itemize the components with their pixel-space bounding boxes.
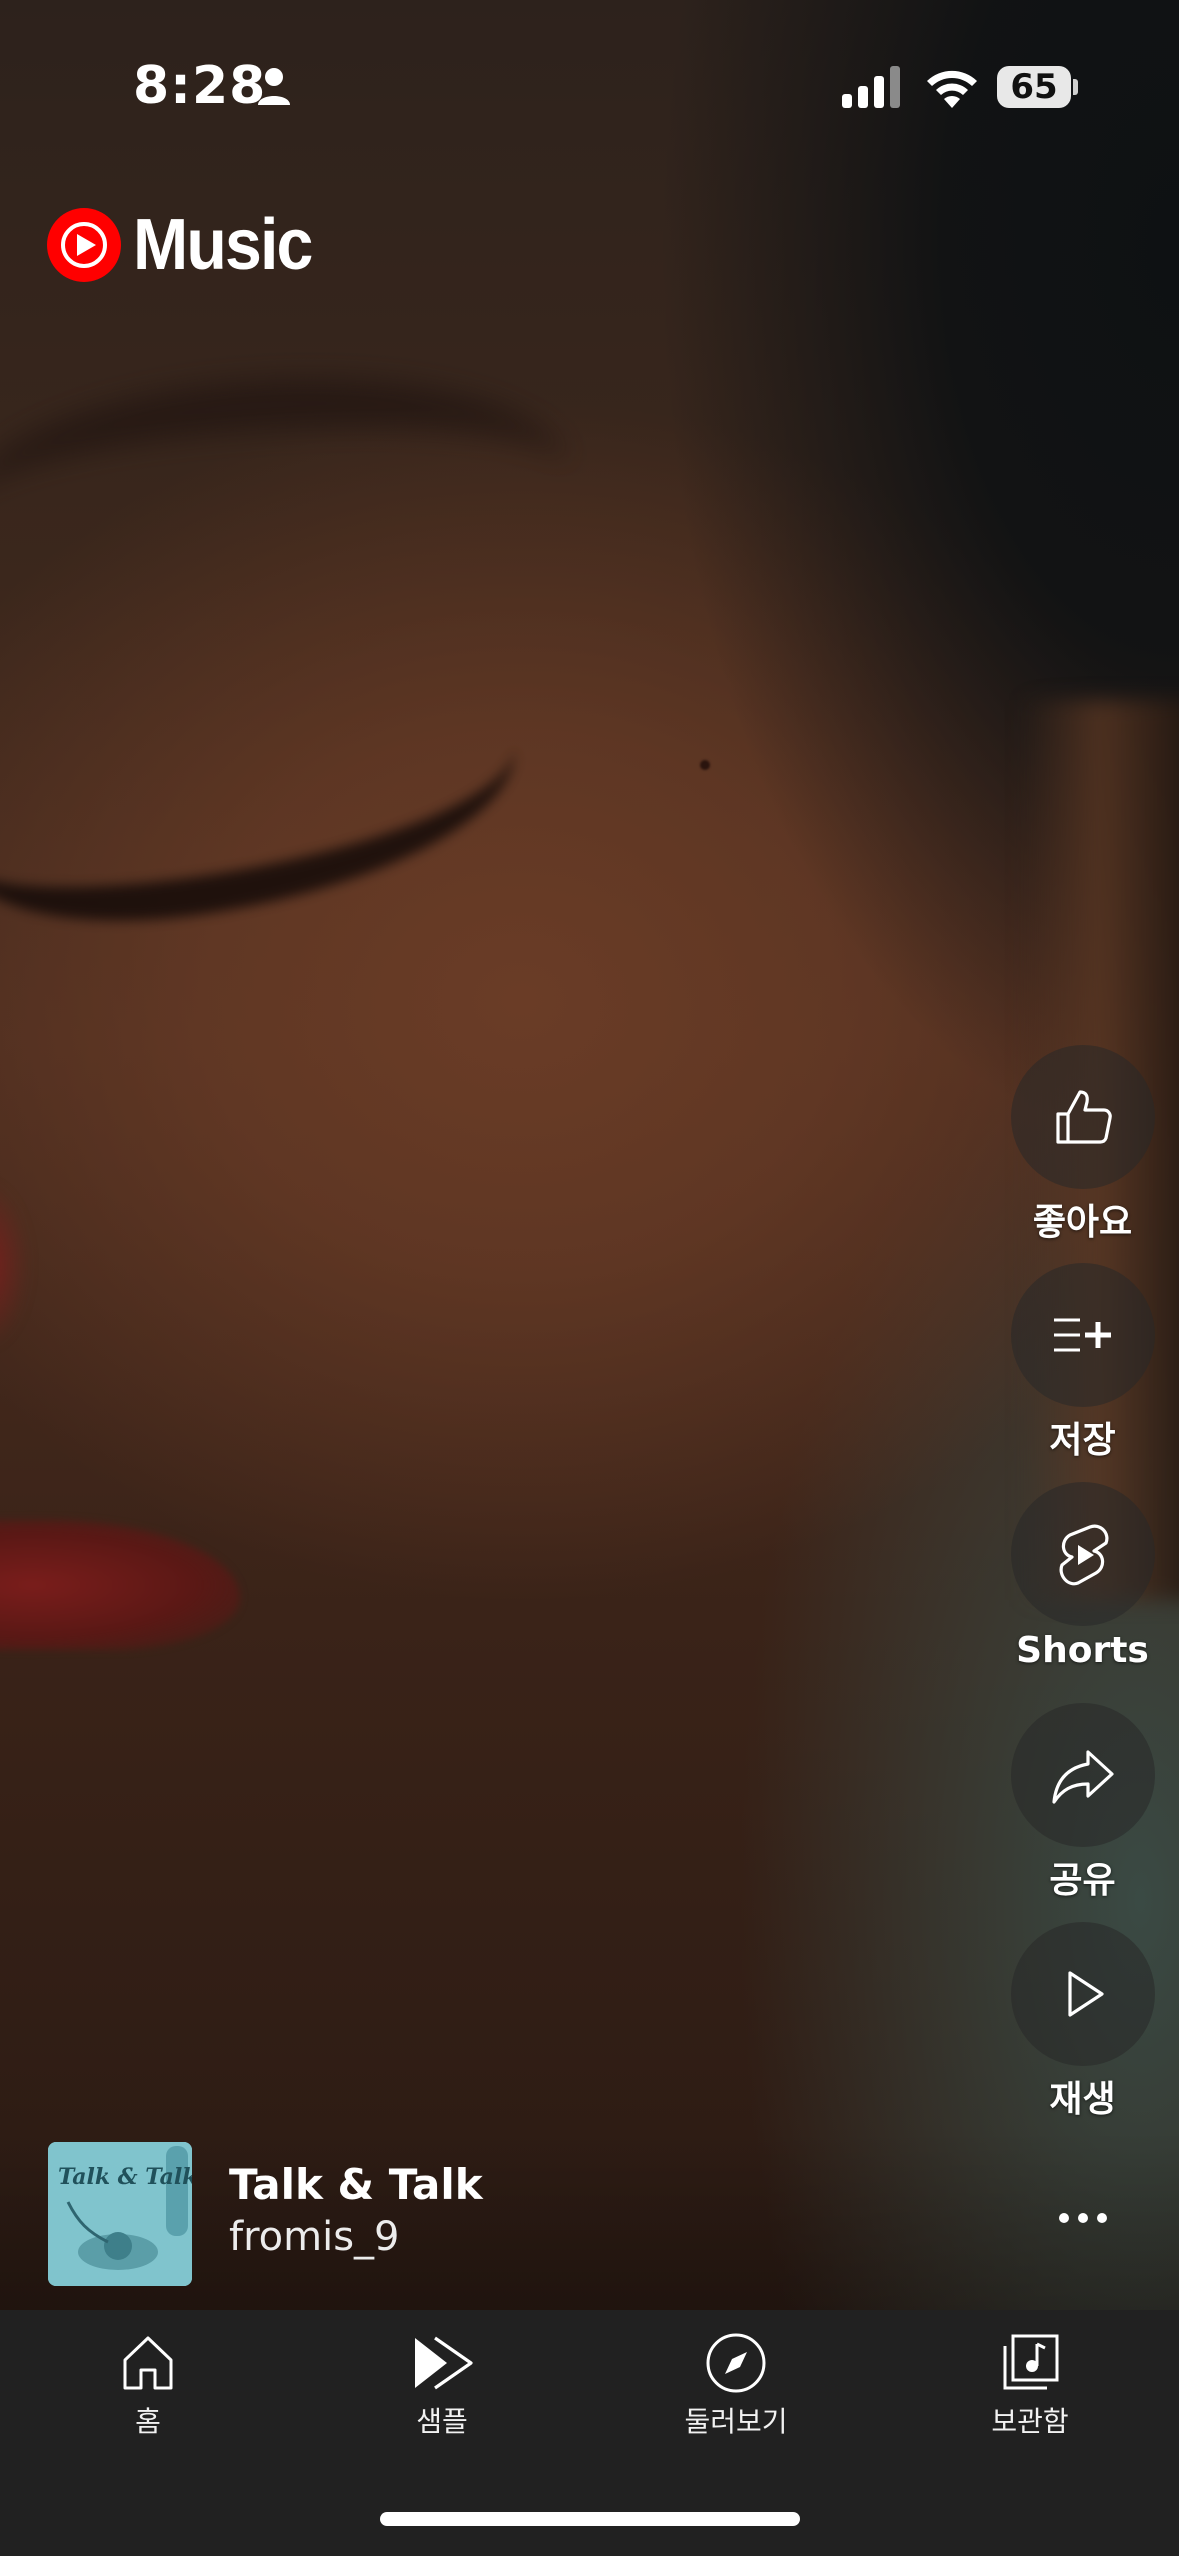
song-artist[interactable]: fromis_9 (229, 2214, 400, 2260)
shorts-button[interactable] (1010, 1482, 1155, 1626)
youtube-music-logo[interactable]: Music (47, 205, 327, 285)
youtube-music-icon (47, 208, 121, 282)
nav-home[interactable]: 홈 (48, 2330, 248, 2440)
nav-home-label: 홈 (135, 2405, 161, 2438)
shorts-action[interactable]: Shorts (1010, 1482, 1155, 1671)
library-icon (1003, 2334, 1059, 2390)
status-time: 8:28 (133, 56, 267, 116)
person-icon (258, 68, 290, 105)
save-label: 저장 (1049, 1420, 1116, 1461)
face-detail (0, 1180, 30, 1350)
eyelid-shade (0, 662, 532, 946)
nav-samples[interactable]: 샘플 (342, 2330, 542, 2440)
share-icon (1051, 1750, 1114, 1804)
signal-icon (842, 66, 900, 108)
nav-samples-label: 샘플 (416, 2405, 468, 2438)
nav-explore-label: 둘러보기 (684, 2405, 788, 2438)
wifi-icon (927, 70, 977, 108)
battery-cap (1073, 79, 1078, 95)
brow-shade (0, 359, 577, 611)
nav-explore[interactable]: 둘러보기 (636, 2330, 836, 2440)
logo-text: Music (133, 205, 313, 285)
status-bar: 8:28 65 (0, 0, 1179, 170)
play-label: 재생 (1049, 2079, 1116, 2120)
share-button[interactable] (1010, 1703, 1155, 1847)
album-cover-image: Talk & Talk (48, 2142, 192, 2286)
lip-shade (0, 1520, 240, 1650)
play-action[interactable]: 재생 (1010, 1922, 1155, 2122)
playlist-add-icon (1053, 1318, 1111, 1352)
like-label: 좋아요 (1032, 1202, 1133, 1243)
album-art[interactable]: Talk & Talk (48, 2142, 192, 2286)
video-background[interactable] (0, 0, 1179, 2310)
home-icon (123, 2336, 173, 2390)
nav-library[interactable]: 보관함 (930, 2330, 1130, 2440)
save-action[interactable]: 저장 (1010, 1263, 1155, 1463)
save-button[interactable] (1010, 1263, 1155, 1407)
nav-library-label: 보관함 (991, 2405, 1069, 2438)
shorts-label: Shorts (1016, 1630, 1149, 1671)
battery-icon: 65 (997, 66, 1078, 108)
now-playing-bar[interactable]: Talk & Talk Talk & Talk fromis_9 (0, 2130, 1179, 2310)
samples-icon (415, 2336, 473, 2390)
thumbs-up-icon (1055, 1090, 1112, 1144)
explore-icon (706, 2333, 766, 2393)
more-horizontal-icon (1059, 2213, 1107, 2223)
share-label: 공유 (1049, 1860, 1116, 1901)
like-action[interactable]: 좋아요 (1010, 1045, 1155, 1245)
play-icon (1067, 1971, 1104, 2017)
shorts-icon (1059, 1524, 1108, 1586)
more-options-button[interactable] (1045, 2180, 1121, 2256)
share-action[interactable]: 공유 (1010, 1703, 1155, 1903)
face-detail (700, 760, 710, 770)
home-indicator[interactable] (380, 2512, 800, 2526)
play-button[interactable] (1010, 1922, 1155, 2066)
like-button[interactable] (1010, 1045, 1155, 1189)
battery-level: 65 (997, 66, 1071, 108)
song-title[interactable]: Talk & Talk (229, 2160, 483, 2209)
album-art-text: Talk & Talk (58, 2164, 192, 2190)
